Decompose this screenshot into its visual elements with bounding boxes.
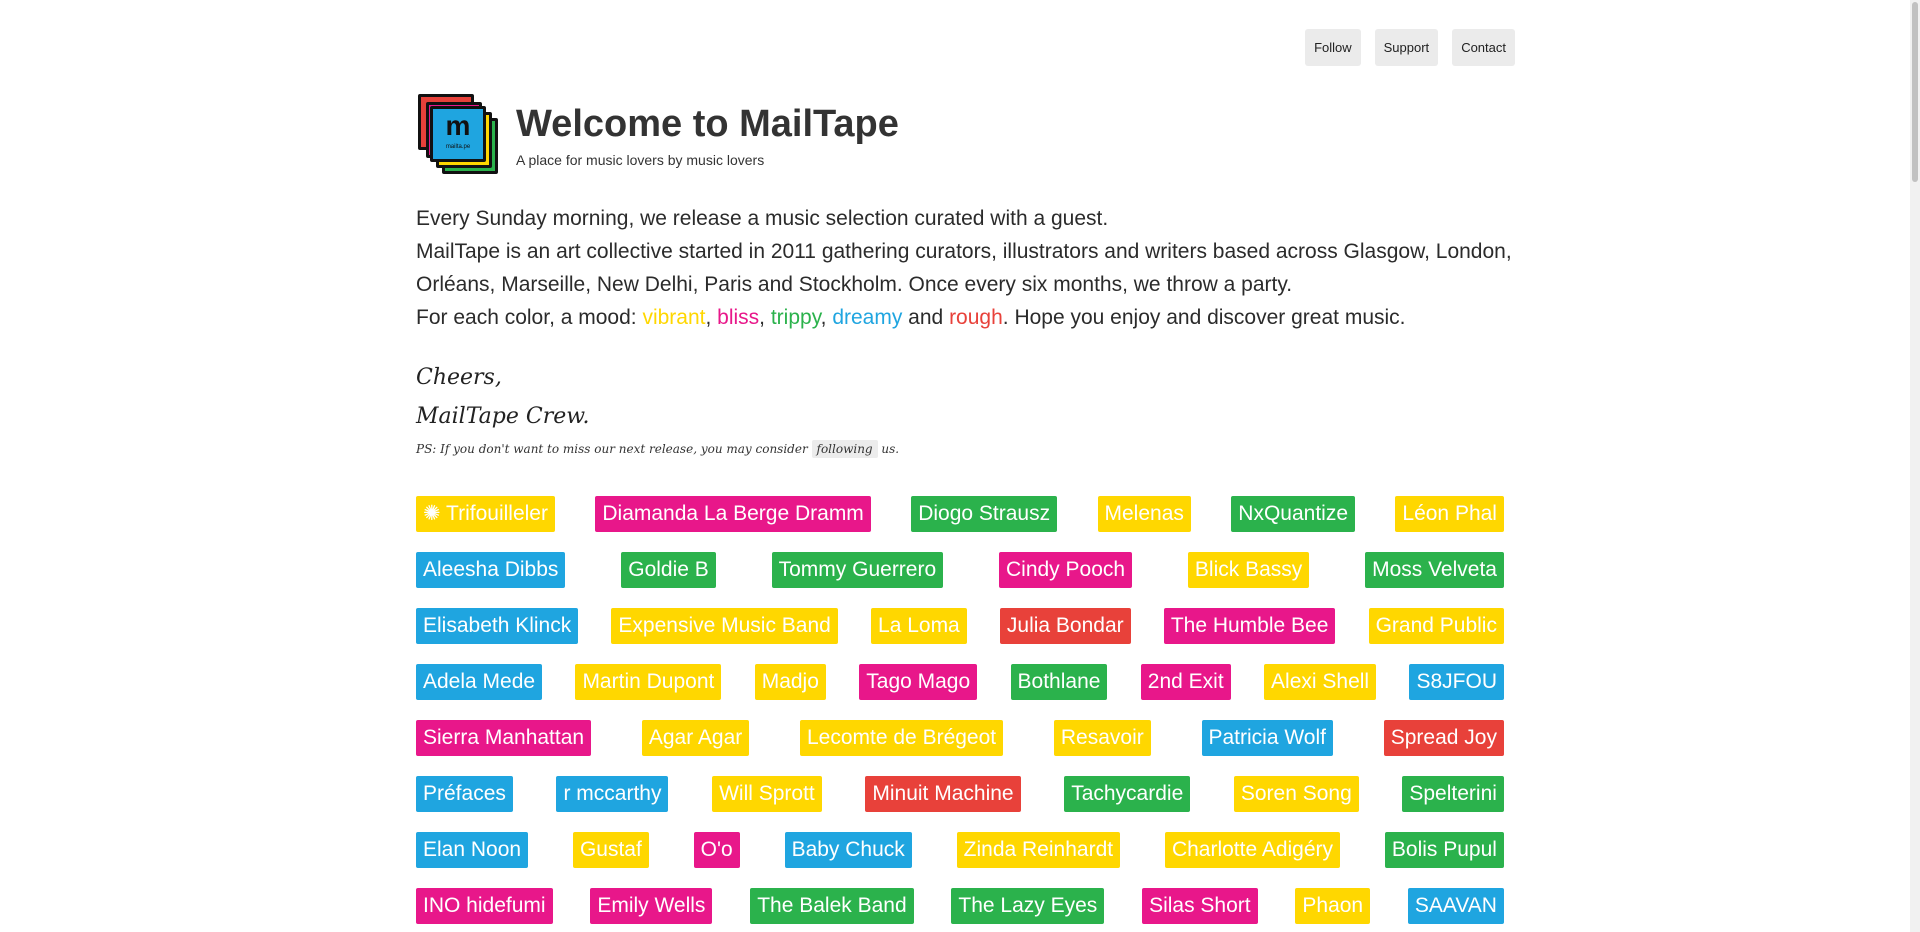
- artist-row: INO hidefumi Emily Wells The Balek Band The…: [416, 888, 1504, 924]
- artist-chip[interactable]: La Loma: [871, 608, 967, 644]
- signature: Cheers, MailTape Crew.: [416, 358, 589, 436]
- signature-line-2: MailTape Crew.: [416, 404, 590, 429]
- vertical-scrollbar[interactable]: [1910, 0, 1920, 932]
- artist-grid: ✺ Trifouilleler Diamanda La Berge Dramm Di…: [416, 496, 1504, 932]
- signature-line-1: Cheers,: [416, 365, 502, 390]
- artist-row: Elisabeth Klinck Expensive Music Band La L…: [416, 608, 1504, 644]
- artist-chip[interactable]: Diogo Strausz: [911, 496, 1058, 532]
- contact-button[interactable]: Contact: [1452, 29, 1515, 66]
- intro-line-1: Every Sunday morning, we release a music…: [416, 207, 1109, 230]
- artist-chip[interactable]: r mccarthy: [556, 776, 669, 812]
- mood-vibrant[interactable]: vibrant: [642, 306, 705, 329]
- artist-chip[interactable]: Tachycardie: [1064, 776, 1191, 812]
- artist-chip[interactable]: Charlotte Adigéry: [1164, 832, 1341, 868]
- mood-comma-1: ,: [705, 306, 718, 329]
- artist-chip[interactable]: Blick Bassy: [1187, 552, 1310, 588]
- artist-chip[interactable]: Patricia Wolf: [1201, 720, 1333, 756]
- ps-suffix: us.: [877, 442, 900, 456]
- artist-chip[interactable]: Goldie B: [621, 552, 716, 588]
- intro-line-2: MailTape is an art collective started in…: [416, 240, 1512, 296]
- artist-chip[interactable]: Tommy Guerrero: [771, 552, 944, 588]
- mood-trippy[interactable]: trippy: [771, 306, 821, 329]
- artist-chip[interactable]: Phaon: [1295, 888, 1371, 924]
- artist-chip[interactable]: Bolis Pupul: [1384, 832, 1504, 868]
- page: Follow Support Contact m mailta.pe Welco…: [0, 0, 1920, 932]
- artist-chip[interactable]: Madjo: [754, 664, 826, 700]
- artist-chip[interactable]: Gustaf: [572, 832, 649, 868]
- artist-chip[interactable]: 2nd Exit: [1140, 664, 1231, 700]
- logo-letter: m: [445, 110, 471, 141]
- mood-comma-3: ,: [820, 306, 833, 329]
- artist-chip[interactable]: Silas Short: [1142, 888, 1258, 924]
- page-subtitle: A place for music lovers by music lovers: [516, 152, 765, 168]
- artist-chip[interactable]: The Humble Bee: [1163, 608, 1336, 644]
- artist-chip[interactable]: Adela Mede: [416, 664, 543, 700]
- mood-dreamy[interactable]: dreamy: [832, 306, 902, 329]
- ps-note: PS: If you don't want to miss our next r…: [416, 440, 900, 458]
- support-button[interactable]: Support: [1374, 29, 1439, 66]
- artist-chip[interactable]: NxQuantize: [1231, 496, 1355, 532]
- intro-moods: For each color, a mood: vibrant, bliss, …: [416, 301, 1526, 334]
- artist-row: Préfaces r mccarthy Will Sprott Minuit Mach…: [416, 776, 1504, 812]
- page-title: Welcome to MailTape: [516, 103, 899, 145]
- mood-bliss[interactable]: bliss: [717, 306, 759, 329]
- artist-chip[interactable]: The Lazy Eyes: [951, 888, 1105, 924]
- artist-chip[interactable]: Aleesha Dibbs: [416, 552, 566, 588]
- artist-row: Sierra Manhattan Agar Agar Lecomte de Brég…: [416, 720, 1504, 756]
- artist-chip[interactable]: Minuit Machine: [865, 776, 1021, 812]
- mood-suffix: . Hope you enjoy and discover great musi…: [1002, 306, 1406, 329]
- artist-chip[interactable]: Julia Bondar: [999, 608, 1131, 644]
- artist-chip[interactable]: Melenas: [1097, 496, 1191, 532]
- artist-chip[interactable]: Grand Public: [1368, 608, 1504, 644]
- artist-chip[interactable]: Zinda Reinhardt: [956, 832, 1121, 868]
- artist-chip[interactable]: Resavoir: [1053, 720, 1151, 756]
- artist-chip[interactable]: Martin Dupont: [575, 664, 722, 700]
- artist-chip[interactable]: Sierra Manhattan: [416, 720, 592, 756]
- artist-chip[interactable]: Alexi Shell: [1264, 664, 1377, 700]
- artist-chip[interactable]: ✺ Trifouilleler: [416, 496, 555, 532]
- ps-prefix: PS: If you don't want to miss our next r…: [416, 442, 812, 456]
- mailtape-logo[interactable]: m mailta.pe: [416, 92, 502, 178]
- artist-chip[interactable]: INO hidefumi: [416, 888, 553, 924]
- artist-chip[interactable]: Diamanda La Berge Dramm: [595, 496, 871, 532]
- artist-chip[interactable]: SAAVAN: [1407, 888, 1504, 924]
- artist-chip[interactable]: Will Sprott: [712, 776, 822, 812]
- artist-chip[interactable]: Elisabeth Klinck: [416, 608, 579, 644]
- artist-row: ✺ Trifouilleler Diamanda La Berge Dramm Di…: [416, 496, 1504, 532]
- artist-row: Elan Noon Gustaf O'o Baby Chuck Zinda Reinha…: [416, 832, 1504, 868]
- mood-comma-2: ,: [759, 306, 771, 329]
- artist-chip[interactable]: S8JFOU: [1409, 664, 1504, 700]
- artist-chip[interactable]: Spread Joy: [1383, 720, 1504, 756]
- mood-rough[interactable]: rough: [949, 306, 1003, 329]
- artist-chip[interactable]: Léon Phal: [1395, 496, 1504, 532]
- header-text: Welcome to MailTape A place for music lo…: [516, 102, 899, 168]
- ps-following-link[interactable]: following: [811, 440, 878, 458]
- top-nav: Follow Support Contact: [1305, 29, 1515, 66]
- artist-chip[interactable]: Lecomte de Brégeot: [800, 720, 1004, 756]
- artist-chip[interactable]: Spelterini: [1402, 776, 1504, 812]
- artist-row: Adela Mede Martin Dupont Madjo Tago Mago Bot…: [416, 664, 1504, 700]
- intro-text: Every Sunday morning, we release a music…: [416, 202, 1526, 334]
- site-header: m mailta.pe Welcome to MailTape A place …: [416, 92, 899, 178]
- artist-chip[interactable]: Elan Noon: [416, 832, 529, 868]
- artist-chip[interactable]: Bothlane: [1010, 664, 1108, 700]
- artist-chip[interactable]: Cindy Pooch: [998, 552, 1133, 588]
- follow-button[interactable]: Follow: [1305, 29, 1361, 66]
- artist-chip[interactable]: The Balek Band: [750, 888, 914, 924]
- logo-tag: mailta.pe: [445, 144, 471, 150]
- artist-chip[interactable]: Moss Velveta: [1365, 552, 1504, 588]
- artist-chip[interactable]: Préfaces: [416, 776, 513, 812]
- artist-chip[interactable]: O'o: [693, 832, 740, 868]
- artist-chip[interactable]: Soren Song: [1233, 776, 1359, 812]
- artist-chip[interactable]: Expensive Music Band: [611, 608, 838, 644]
- mood-prefix: For each color, a mood:: [416, 306, 643, 329]
- artist-chip[interactable]: Tago Mago: [859, 664, 978, 700]
- artist-chip[interactable]: Emily Wells: [590, 888, 713, 924]
- artist-chip[interactable]: Baby Chuck: [784, 832, 912, 868]
- artist-chip[interactable]: Agar Agar: [641, 720, 750, 756]
- scrollbar-thumb[interactable]: [1912, 2, 1918, 182]
- artist-row: Aleesha Dibbs Goldie B Tommy Guerrero Cindy…: [416, 552, 1504, 588]
- mood-and: and: [902, 306, 950, 329]
